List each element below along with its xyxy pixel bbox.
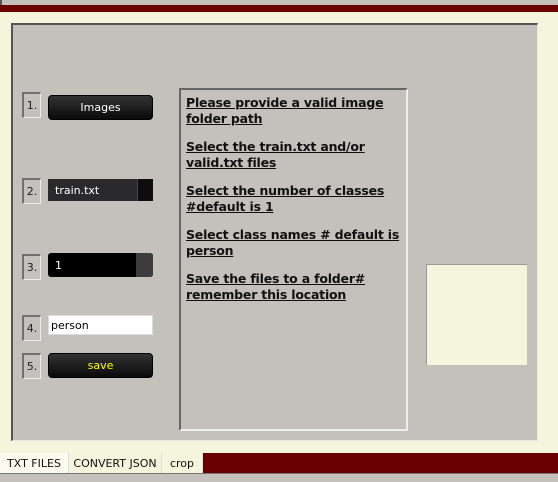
instruction-4: Select class names # default is person	[186, 227, 400, 258]
step-4-label: 4.	[22, 315, 41, 341]
instruction-3: Select the number of classes #default is…	[186, 183, 385, 214]
instruction-5: Save the files to a folder# remember thi…	[186, 271, 366, 302]
step-2-label: 2.	[22, 178, 41, 204]
file-select-value: train.txt	[55, 183, 100, 197]
classes-select[interactable]: 1	[48, 253, 153, 277]
image-preview	[426, 264, 527, 365]
dropdown-arrow-icon[interactable]	[137, 179, 153, 201]
bottom-strip	[0, 473, 558, 482]
class-names-input[interactable]	[48, 315, 153, 335]
instructions-box: Please provide a valid image folder path…	[179, 88, 408, 431]
title-bar	[0, 5, 558, 12]
images-button[interactable]: Images	[48, 95, 153, 120]
instruction-2: Select the train.txt and/or valid.txt fi…	[186, 139, 365, 170]
instruction-1: Please provide a valid image folder path	[186, 95, 384, 126]
save-button[interactable]: save	[48, 353, 153, 378]
tab-bar: TXT FILES CONVERT JSON crop	[0, 453, 558, 473]
tab-txt-files[interactable]: TXT FILES	[0, 453, 69, 473]
tab-crop[interactable]: crop	[162, 453, 203, 473]
classes-select-value: 1	[55, 258, 62, 272]
step-1-label: 1.	[22, 92, 41, 118]
step-5-label: 5.	[22, 353, 41, 379]
dropdown-arrow-icon[interactable]	[136, 253, 153, 277]
file-select[interactable]: train.txt	[48, 179, 153, 201]
tab-convert-json[interactable]: CONVERT JSON	[69, 453, 162, 473]
step-3-label: 3.	[22, 254, 41, 280]
